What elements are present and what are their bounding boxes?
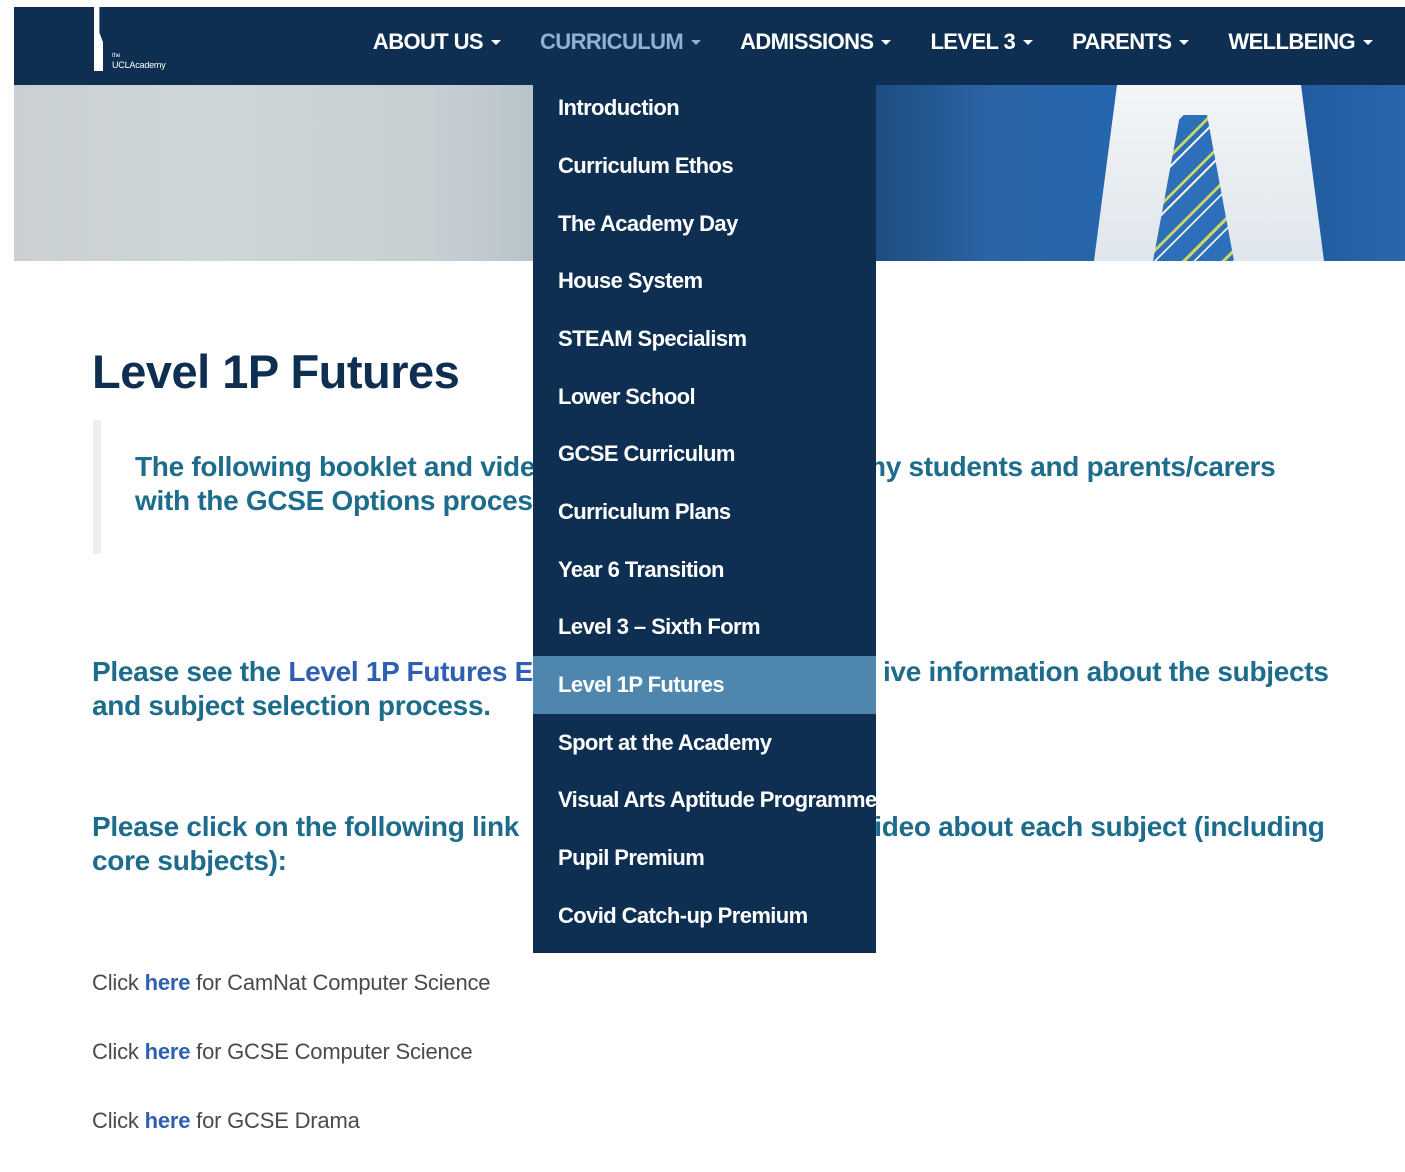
dropdown-item-house-system[interactable]: House System [533, 252, 876, 310]
dropdown-item-steam-specialism[interactable]: STEAM Specialism [533, 310, 876, 368]
nav-label: PARENTS [1072, 29, 1172, 54]
intro-line1-left: The following booklet and vide [135, 451, 536, 482]
dropdown-item-pupil-premium[interactable]: Pupil Premium [533, 829, 876, 887]
gcse-computer-science-link[interactable]: here [145, 1039, 191, 1064]
link-suffix: for GCSE Computer Science [190, 1039, 473, 1064]
caret-down-icon [1179, 39, 1190, 45]
subject-link-line: Click here for CamNat Computer Science [92, 970, 491, 996]
logo-text: UCLAcademy [112, 60, 166, 70]
caret-down-icon [1023, 39, 1034, 45]
dropdown-item-level-3-sixth-form[interactable]: Level 3 – Sixth Form [533, 598, 876, 656]
caret-down-icon [491, 39, 501, 45]
dropdown-item-curriculum-ethos[interactable]: Curriculum Ethos [533, 137, 876, 195]
nav-curriculum[interactable]: CURRICULUM [540, 29, 702, 55]
caret-down-icon [881, 39, 892, 45]
academy-logo[interactable]: the UCLAcademy [92, 7, 202, 77]
booklet-link[interactable]: Level 1P Futures E [288, 656, 533, 687]
dropdown-item-lower-school[interactable]: Lower School [533, 368, 876, 426]
dropdown-item-gcse-curriculum[interactable]: GCSE Curriculum [533, 425, 876, 483]
nav-label: WELLBEING [1228, 29, 1355, 54]
link-suffix: for GCSE Drama [190, 1108, 360, 1133]
nav-parents[interactable]: PARENTS [1072, 29, 1190, 55]
para2-prefix: Please click on the following link [92, 811, 520, 842]
para2-right: video about each subject (including [859, 811, 1325, 842]
nav-label: LEVEL 3 [930, 29, 1016, 54]
dropdown-item-covid-catch-up[interactable]: Covid Catch-up Premium [533, 887, 876, 945]
dropdown-item-introduction[interactable]: Introduction [533, 79, 876, 137]
para1-right: ive information about the subjects [882, 656, 1329, 687]
dropdown-item-sport[interactable]: Sport at the Academy [533, 714, 876, 772]
gcse-drama-link[interactable]: here [145, 1108, 191, 1133]
logo-mark-icon [94, 7, 103, 71]
logo-small-text: the [112, 53, 121, 59]
nav-label: CURRICULUM [540, 29, 684, 54]
nav-level-3[interactable]: LEVEL 3 [930, 29, 1034, 55]
link-prefix: Click [92, 1108, 145, 1133]
dropdown-item-level-1p-futures[interactable]: Level 1P Futures [533, 656, 876, 714]
para1-line2: and subject selection process. [92, 690, 491, 721]
nav-about-us[interactable]: ABOUT US [373, 29, 501, 55]
link-suffix: for CamNat Computer Science [190, 970, 491, 995]
nav-label: ABOUT US [372, 29, 484, 54]
page-title: Level 1P Futures [92, 345, 460, 398]
intro-line1-right: my students and parents/carers [861, 451, 1276, 482]
top-navbar: the UCLAcademy ABOUT US CURRICULUM ADMIS… [14, 7, 1405, 85]
subject-link-line: Click here for GCSE Drama [92, 1108, 360, 1134]
dropdown-item-academy-day[interactable]: The Academy Day [533, 195, 876, 253]
link-prefix: Click [92, 1039, 145, 1064]
nav-label: ADMISSIONS [740, 29, 874, 54]
caret-down-icon [1363, 39, 1373, 45]
nav-admissions[interactable]: ADMISSIONS [740, 29, 892, 55]
curriculum-dropdown-menu: Introduction Curriculum Ethos The Academ… [533, 79, 877, 953]
nav-wellbeing[interactable]: WELLBEING [1228, 29, 1373, 55]
main-menu: ABOUT US CURRICULUM ADMISSIONS LEVEL 3 P… [334, 7, 1373, 77]
dropdown-item-curriculum-plans[interactable]: Curriculum Plans [533, 483, 876, 541]
dropdown-item-year-6-transition[interactable]: Year 6 Transition [533, 541, 876, 599]
caret-down-icon [691, 39, 702, 45]
camnat-computer-science-link[interactable]: here [145, 970, 191, 995]
intro-line2: with the GCSE Options proces [135, 485, 533, 516]
dropdown-item-visual-arts[interactable]: Visual Arts Aptitude Programme [533, 771, 877, 829]
para2-line2: core subjects): [92, 845, 287, 876]
subject-link-line: Click here for GCSE Computer Science [92, 1039, 473, 1065]
para1-prefix: Please see the [92, 656, 289, 687]
link-prefix: Click [92, 970, 145, 995]
